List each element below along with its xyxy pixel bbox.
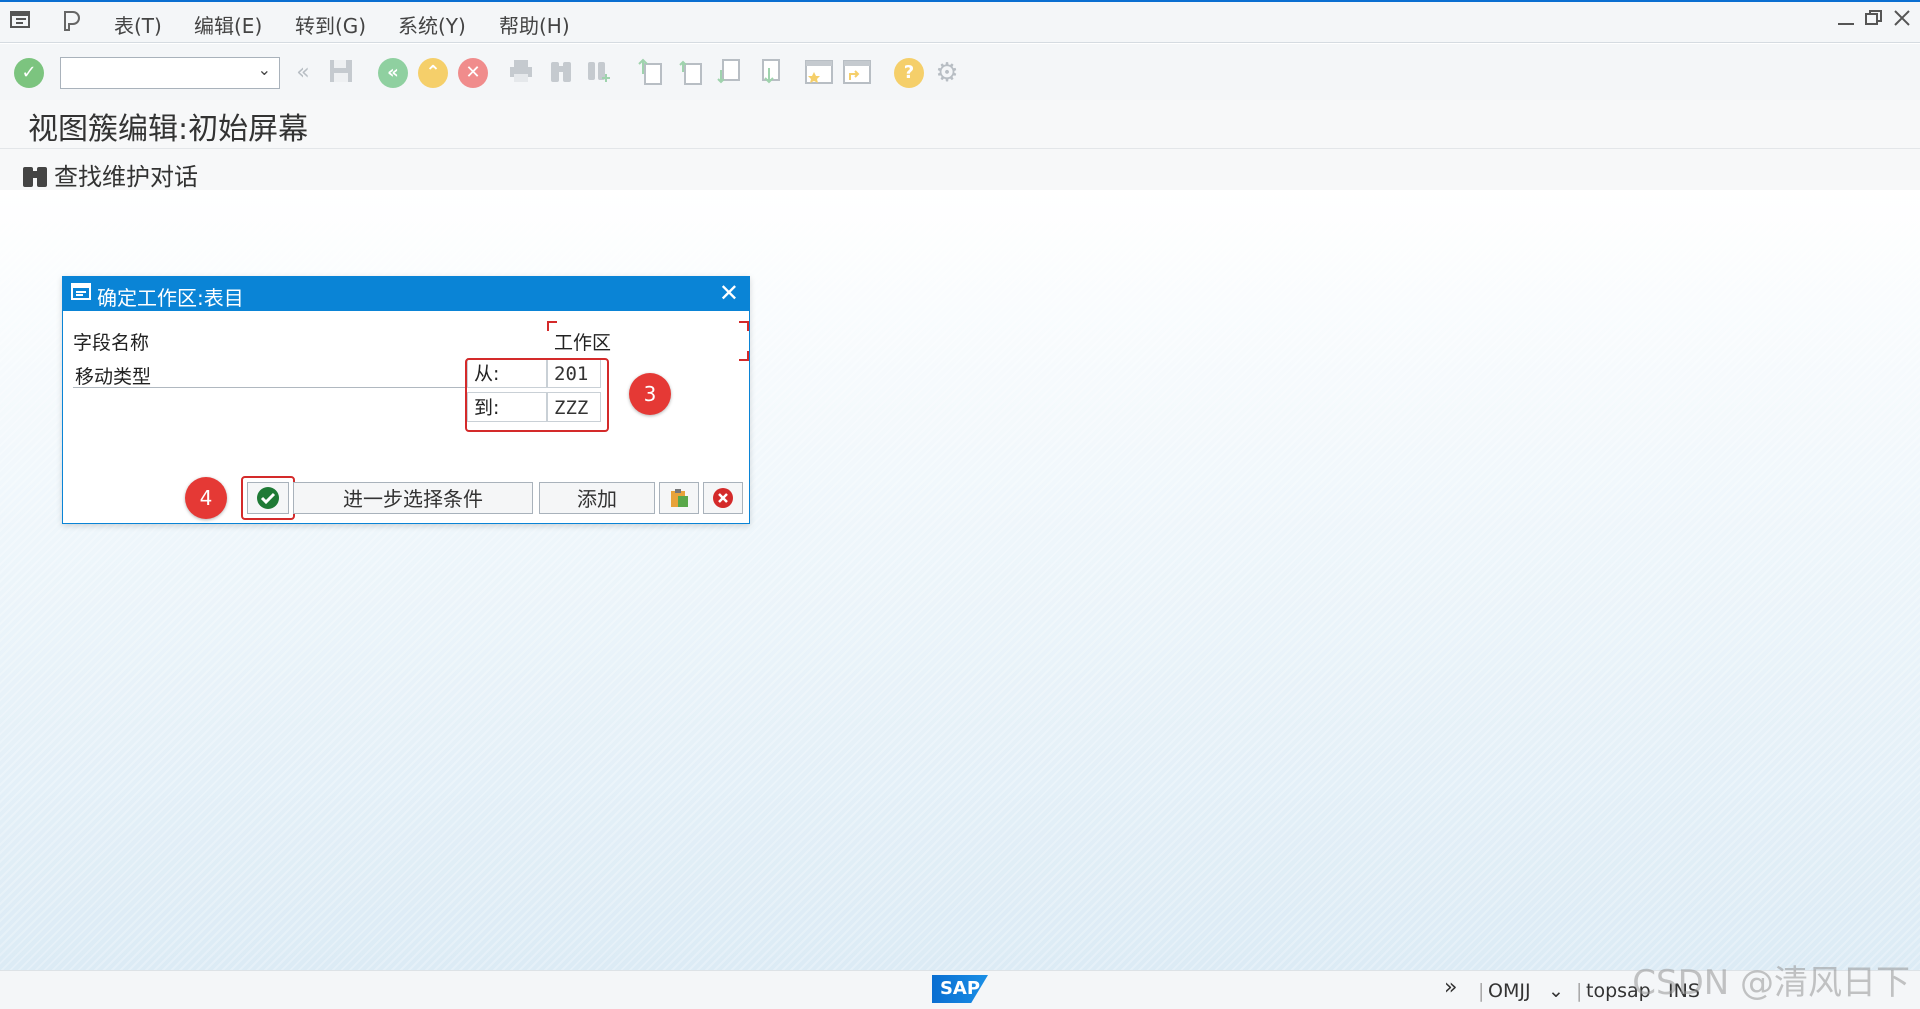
restore-icon[interactable] — [1864, 8, 1884, 33]
cancel-icon[interactable]: ✕ — [458, 58, 488, 88]
close-icon[interactable]: ✕ — [719, 279, 739, 307]
back-green-icon[interactable]: « — [378, 58, 408, 88]
confirm-highlight-box — [241, 476, 295, 520]
workarea-corner-tr — [739, 321, 749, 331]
find-next-icon[interactable] — [584, 58, 614, 88]
help-icon[interactable]: ? — [894, 58, 924, 88]
close-window-icon[interactable] — [1892, 8, 1912, 33]
find-dialog-label: 查找维护对话 — [54, 163, 198, 191]
last-page-icon[interactable] — [754, 58, 784, 88]
dialog-title: 确定工作区:表目 — [97, 286, 244, 310]
field-underline — [73, 387, 465, 388]
clipboard-icon — [671, 489, 688, 507]
menu-edit[interactable]: 编辑(E) — [194, 10, 262, 39]
field-name-header: 字段名称 — [73, 332, 150, 354]
system-menu-icon[interactable] — [62, 10, 84, 37]
menu-system[interactable]: 系统(Y) — [398, 10, 466, 39]
save-icon[interactable] — [326, 58, 356, 88]
cancel-button[interactable] — [703, 482, 743, 514]
back-icon[interactable]: « — [288, 58, 318, 88]
first-page-icon[interactable] — [636, 58, 666, 88]
watermark: CSDN @清风日下 — [1632, 963, 1910, 1003]
page-title: 视图簇编辑:初始屏幕 — [28, 112, 309, 147]
print-icon[interactable] — [506, 58, 536, 88]
step-marker-3: 3 — [629, 373, 671, 415]
standard-toolbar: ✓ ⌄ « « ⌃ ✕ ? ⚙ — [0, 44, 1920, 101]
step-marker-4: 4 — [185, 477, 227, 519]
status-separator: | — [1478, 980, 1485, 1002]
binoculars-icon — [23, 167, 47, 187]
add-button[interactable]: 添加 — [539, 482, 655, 514]
transaction-code: OMJJ — [1488, 980, 1531, 1002]
exit-icon[interactable]: ⌃ — [418, 58, 448, 88]
menu-goto[interactable]: 转到(G) — [295, 10, 366, 39]
menu-bar: 表(T) 编辑(E) 转到(G) 系统(Y) 帮助(H) — [0, 2, 1920, 43]
next-page-icon[interactable] — [714, 58, 744, 88]
new-session-icon[interactable] — [804, 58, 834, 88]
dialog-header: 确定工作区:表目 ✕ — [63, 277, 749, 311]
workarea-corner-br — [739, 351, 749, 361]
dialog-window-icon — [71, 283, 93, 306]
menu-table[interactable]: 表(T) — [114, 10, 162, 39]
settings-icon[interactable]: ⚙ — [932, 58, 962, 88]
cancel-x-icon — [713, 488, 733, 508]
workarea-corner-tl — [547, 321, 557, 331]
more-criteria-button[interactable]: 进一步选择条件 — [293, 482, 533, 514]
menu-icon[interactable] — [10, 10, 32, 35]
shortcut-icon[interactable] — [842, 58, 872, 88]
find-icon[interactable] — [546, 58, 576, 88]
status-separator-2: | — [1576, 980, 1583, 1002]
application-toolbar: 查找维护对话 — [0, 149, 1920, 194]
prev-page-icon[interactable] — [676, 58, 706, 88]
workarea-dialog: 确定工作区:表目 ✕ 字段名称 工作区 移动类型 从: 201 到: ZZZ 3… — [62, 276, 750, 524]
enter-icon[interactable]: ✓ — [14, 58, 44, 88]
paste-button[interactable] — [659, 482, 699, 514]
minimize-icon[interactable] — [1836, 8, 1856, 33]
status-dropdown-icon[interactable]: ⌄ — [1548, 980, 1564, 1002]
expand-status-icon[interactable]: » — [1444, 975, 1457, 1000]
workarea-header: 工作区 — [554, 332, 612, 354]
range-highlight-box — [465, 358, 609, 432]
find-dialog-button[interactable]: 查找维护对话 — [22, 157, 198, 192]
command-field[interactable]: ⌄ — [60, 57, 280, 89]
field-name: 移动类型 — [75, 366, 152, 388]
sap-logo: SAP — [932, 975, 988, 1003]
chevron-down-icon[interactable]: ⌄ — [258, 60, 271, 79]
menu-help[interactable]: 帮助(H) — [499, 10, 570, 39]
